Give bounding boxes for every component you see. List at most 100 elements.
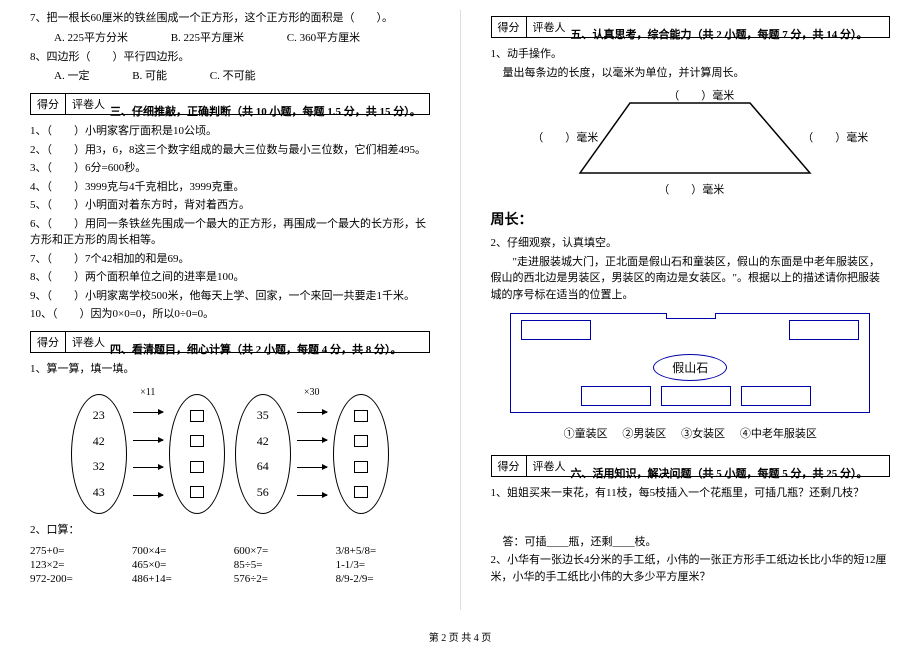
arrow-icon [133,495,163,496]
section6-title: 六、活用知识，解决问题（共 5 小题，每题 5 分，共 25 分）。 [571,465,891,481]
map-legend: ①童装区 ②男装区 ③女装区 ④中老年服装区 [491,425,891,441]
reviewer-label: 评卷人 [66,332,111,352]
flow-group-1: ×11 23 42 32 43 [71,387,225,514]
score-label: 得分 [31,94,66,114]
flow2-n4: 56 [257,485,269,500]
mental-3: 600×7= [234,545,328,557]
blank-box[interactable] [190,435,204,447]
column-divider [460,10,461,610]
mental-7: 85÷5= [234,559,328,571]
mental-6: 465×0= [132,559,226,571]
oval-out-1 [169,394,225,514]
mental-1: 275+0= [30,545,124,557]
blank-box[interactable] [354,410,368,422]
blank-box[interactable] [190,410,204,422]
mental-5: 123×2= [30,559,124,571]
mental-11: 576÷2= [234,573,328,585]
s5-q1: 1、动手操作。 [491,46,891,63]
map-zone-box[interactable] [741,386,811,406]
perimeter-label: 周长： [491,209,891,229]
flow-group-2: ×30 35 42 64 56 [235,387,389,514]
s3-q2: 2、（ ）用3，6，8这三个数字组成的最大三位数与最小三位数，它们相差495。 [30,142,430,159]
s6-q2: 2、小华有一张边长4分米的手工纸，小伟的一张正方形手工纸边长比小华的短12厘米，… [491,552,891,585]
q8-text: 8、四边形（ ）平行四边形。 [30,49,430,66]
blank-box[interactable] [354,486,368,498]
arrow-icon [297,495,327,496]
reviewer-label: 评卷人 [66,94,111,114]
score-label: 得分 [492,456,527,476]
s3-q9: 9、（ ）小明家离学校500米，他每天上学、回家，一个来回一共要走1千米。 [30,288,430,305]
legend-d: ④中老年服装区 [740,428,817,440]
q7-options: A. 225平方分米 B. 225平方厘米 C. 360平方厘米 [30,29,430,45]
flow2-n3: 64 [257,459,269,474]
s6-q1: 1、姐姐买来一束花，有11枝，每5枝插入一个花瓶里，可插几瓶？还剩几枝？ [491,485,891,502]
legend-c: ③女装区 [681,428,725,440]
arrows-1 [133,399,163,509]
page-footer: 第 2 页 共 4 页 [0,629,920,644]
mental-8: 1-1/3= [336,559,430,571]
q8-opt-b: B. 可能 [132,70,167,82]
blank-box[interactable] [190,461,204,473]
clothing-mall-map: 假山石 [510,313,870,413]
map-gate-icon [666,313,716,319]
blank-box[interactable] [190,486,204,498]
q7-opt-b: B. 225平方厘米 [171,32,244,44]
mental-10: 486+14= [132,573,226,585]
flow1-n3: 32 [93,459,105,474]
oval-out-2 [333,394,389,514]
s4-q1: 1、算一算，填一填。 [30,361,430,378]
map-zone-box[interactable] [581,386,651,406]
blank-box[interactable] [354,461,368,473]
arrow-icon [133,467,163,468]
arrow-icon [297,440,327,441]
s3-q5: 5、（ ）小明面对着东方时，背对着西方。 [30,197,430,214]
flow-diagram: ×11 23 42 32 43 [30,387,430,514]
q7-opt-a: A. 225平方分米 [54,32,128,44]
arrow-icon [133,412,163,413]
flow2-n1: 35 [257,408,269,423]
s3-q4: 4、（ ）3999克与4千克相比，3999克重。 [30,179,430,196]
mental-12: 8/9-2/9= [336,573,430,585]
s5-q2: 2、仔细观察，认真填空。 [491,235,891,252]
section4-title: 四、看清题目，细心计算（共 2 小题，每题 4 分，共 8 分）。 [110,341,430,357]
section5-title: 五、认真思考，综合能力（共 2 小题，每题 7 分，共 14 分）。 [571,26,891,42]
oval-in-1: 23 42 32 43 [71,394,127,514]
arrow-icon [133,440,163,441]
map-zone-box[interactable] [521,320,591,340]
s3-q1: 1、（ ）小明家客厅面积是10公顷。 [30,123,430,140]
flow1-n4: 43 [93,485,105,500]
trapezoid-figure: （ ）毫米 （ ）毫米 （ ）毫米 （ ）毫米 [491,93,891,193]
mental-4: 3/8+5/8= [336,545,430,557]
q8-opt-c: C. 不可能 [210,70,256,82]
s6-q1-answer: 答：可插____瓶，还剩____枝。 [491,534,891,551]
s3-q7: 7、（ ）7个42相加的和是69。 [30,251,430,268]
blank-box[interactable] [354,435,368,447]
s3-q10: 10、（ ）因为0×0=0，所以0÷0=0。 [30,306,430,323]
mental-9: 972-200= [30,573,124,585]
rockery-label: 假山石 [653,354,727,381]
q8-opt-a: A. 一定 [54,70,89,82]
legend-a: ①童装区 [564,428,608,440]
arrow-icon [297,467,327,468]
reviewer-label: 评卷人 [527,17,572,37]
flow1-n1: 23 [93,408,105,423]
mental-math-grid: 275+0= 700×4= 600×7= 3/8+5/8= 123×2= 465… [30,545,430,585]
mm-top: （ ）毫米 [668,87,734,103]
reviewer-label: 评卷人 [527,456,572,476]
s4-q2: 2、口算： [30,522,430,539]
score-label: 得分 [492,17,527,37]
flow1-n2: 42 [93,434,105,449]
mm-left: （ ）毫米 [532,129,598,145]
section3-title: 三、仔细推敲，正确判断（共 10 小题，每题 1.5 分，共 15 分）。 [110,103,430,119]
score-label: 得分 [31,332,66,352]
s3-q6: 6、（ ）用同一条铁丝先围成一个最大的正方形，再围成一个最大的长方形，长方形和正… [30,216,430,249]
mental-2: 700×4= [132,545,226,557]
map-zone-box[interactable] [789,320,859,340]
arrows-2 [297,399,327,509]
q7-opt-c: C. 360平方厘米 [287,32,360,44]
s5-q2-desc: "走进服装城大门，正北面是假山石和童装区，假山的东面是中老年服装区，假山的西北边… [491,254,891,304]
map-zone-box[interactable] [661,386,731,406]
s5-q1-desc: 量出每条边的长度，以毫米为单位，并计算周长。 [491,65,891,82]
q8-options: A. 一定 B. 可能 C. 不可能 [30,67,430,83]
oval-in-2: 35 42 64 56 [235,394,291,514]
